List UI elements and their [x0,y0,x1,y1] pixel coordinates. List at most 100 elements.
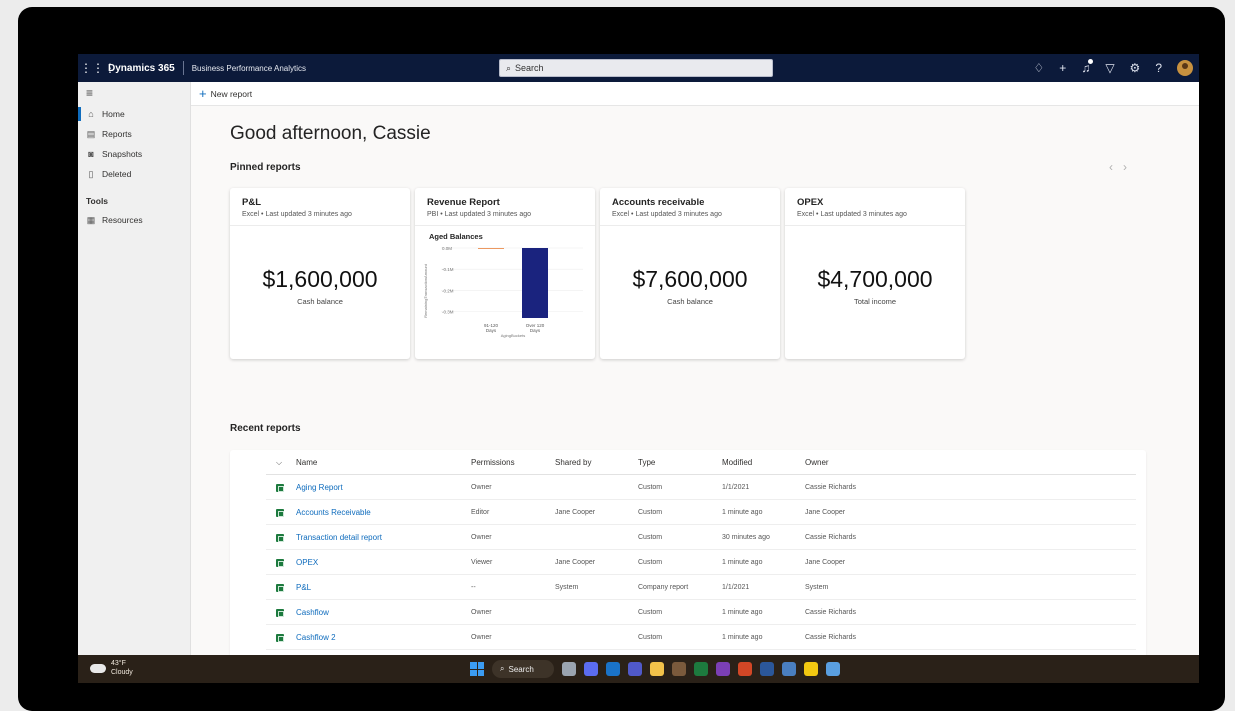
taskbar-app-icon[interactable] [694,662,708,676]
app-name[interactable]: Business Performance Analytics [192,64,306,73]
table-row[interactable]: P&L -- System Company report 1/1/2021 System [230,575,1146,600]
cell-permissions: Owner [471,534,492,541]
report-name-link[interactable]: Accounts Receivable [296,508,371,517]
resources-icon: ▦ [86,214,96,225]
lightbulb-icon[interactable]: ♢ [1034,61,1045,75]
taskbar-app-icon[interactable] [628,662,642,676]
search-icon: ⌕ [506,62,512,73]
sidebar-item-snapshots[interactable]: ◙ Snapshots [78,144,190,164]
taskbar-app-icon[interactable] [804,662,818,676]
cell-modified: 1 minute ago [722,509,763,516]
excel-file-icon [276,483,284,492]
taskbar-app-icon[interactable] [760,662,774,676]
table-row[interactable]: OPEX Viewer Jane Cooper Custom 1 minute ago J… [230,550,1146,575]
table-row[interactable]: Cashflow 2 Owner Custom 1 minute ago Cassie … [230,625,1146,650]
table-row[interactable]: Transaction detail report Owner Custom 30 m… [230,525,1146,550]
taskbar-app-icon[interactable] [606,662,620,676]
column-header-owner[interactable]: Owner [805,458,829,467]
settings-icon[interactable]: ⚙ [1130,61,1141,75]
column-header-modified[interactable]: Modified [722,458,752,467]
cell-modified: 30 minutes ago [722,534,770,541]
weather-condition: Cloudy [111,669,133,676]
taskbar-search-button[interactable]: ⌕ Search [492,660,554,678]
pinned-card-pl[interactable]: P&L Excel • Last updated 3 minutes ago $… [230,188,410,359]
reports-icon: ▤ [86,128,96,139]
cell-shared-by: System [555,584,579,591]
column-header-type[interactable]: Type [638,458,655,467]
pinned-card-ar[interactable]: Accounts receivable Excel • Last updated… [600,188,780,359]
y-tick-label: -0.2M [442,288,454,293]
home-icon: ⌂ [88,109,94,119]
sidebar-item-label: Resources [102,215,143,225]
cell-modified: 1 minute ago [722,609,763,616]
sidebar-item-reports[interactable]: ▤ Reports [78,124,190,144]
device-frame: ⋮⋮⋮ Dynamics 365 Business Performance An… [18,7,1225,711]
bar [522,248,548,318]
chevron-left-icon[interactable]: ‹ [1109,160,1123,174]
notifications-icon[interactable]: ♫ [1081,59,1094,75]
app-launcher-icon[interactable]: ⋮⋮⋮ [80,61,116,75]
sidebar-group-tools: Tools [86,196,109,206]
card-value: $1,600,000 [262,266,378,292]
weather-widget[interactable]: 43°F Cloudy [90,659,133,677]
help-icon[interactable]: ? [1155,61,1162,75]
taskbar-app-icon[interactable] [826,662,840,676]
report-name-link[interactable]: Aging Report [296,483,343,492]
chevron-right-icon[interactable]: › [1123,160,1137,174]
brand-title[interactable]: Dynamics 365 [108,63,175,74]
sidebar-item-home[interactable]: ⌂ Home [78,104,190,124]
taskbar-app-icon[interactable] [738,662,752,676]
taskbar-app-icon[interactable] [716,662,730,676]
sidebar-item-label: Reports [102,129,132,139]
main-content: Good afternoon, Cassie Pinned reports ‹›… [191,106,1199,660]
pinned-card-revenue[interactable]: Revenue Report PBI • Last updated 3 minu… [415,188,595,359]
report-name-link[interactable]: Cashflow 2 [296,633,336,642]
cell-type: Custom [638,634,663,641]
card-subtitle: Excel • Last updated 3 minutes ago [242,211,352,218]
snapshots-icon: ◙ [88,149,94,159]
table-row[interactable]: Cashflow Owner Custom 1 minute ago Cassie Ri… [230,600,1146,625]
cell-permissions: Editor [471,509,490,516]
column-header-name[interactable]: Name [296,458,317,467]
table-header-row: ⌵ Name Permissions Shared by Type Modifi… [230,450,1146,475]
table-row[interactable]: Accounts Receivable Editor Jane Cooper Cust… [230,500,1146,525]
taskbar-apps: ⌕ Search [470,660,840,678]
report-name-link[interactable]: OPEX [296,558,318,567]
cell-modified: 1 minute ago [722,634,763,641]
page-title: Good afternoon, Cassie [230,123,431,144]
bar [478,248,504,249]
filter-icon[interactable]: ▽ [1105,61,1114,75]
report-name-link[interactable]: P&L [296,583,311,592]
windows-start-icon[interactable] [470,662,484,676]
taskbar-app-icon[interactable] [650,662,664,676]
taskbar-app-icon[interactable] [672,662,686,676]
plus-icon[interactable]: + [1059,61,1066,75]
search-input[interactable]: ⌕ Search [499,59,773,77]
new-report-button[interactable]: New report [211,89,253,99]
cell-owner: Jane Cooper [805,509,846,516]
cell-type: Custom [638,484,663,491]
hamburger-icon[interactable]: ≡ [78,82,190,104]
command-bar: + New report [191,82,1199,106]
pinned-card-opex[interactable]: OPEX Excel • Last updated 3 minutes ago … [785,188,965,359]
user-avatar[interactable] [1177,60,1193,76]
sidebar-item-deleted[interactable]: ▯ Deleted [78,164,190,184]
taskbar-app-icon[interactable] [782,662,796,676]
taskbar-app-icon[interactable] [584,662,598,676]
card-title: OPEX [797,197,824,208]
column-header-permissions[interactable]: Permissions [471,458,515,467]
report-name-link[interactable]: Transaction detail report [296,533,382,542]
sidebar-item-resources[interactable]: ▦ Resources [78,210,190,230]
column-header-shared-by[interactable]: Shared by [555,458,591,467]
card-value: $4,700,000 [817,266,933,292]
table-row[interactable]: Aging Report Owner Custom 1/1/2021 Cassie Ri… [230,475,1146,500]
card-subtitle: Excel • Last updated 3 minutes ago [612,211,722,218]
taskbar-app-icon[interactable] [562,662,576,676]
cell-permissions: Owner [471,484,492,491]
report-name-link[interactable]: Cashflow [296,608,329,617]
chevron-down-icon[interactable]: ⌵ [276,458,282,468]
cell-permissions: Owner [471,634,492,641]
excel-file-icon [276,508,284,517]
card-value: $7,600,000 [632,266,748,292]
trash-icon: ▯ [88,168,94,179]
